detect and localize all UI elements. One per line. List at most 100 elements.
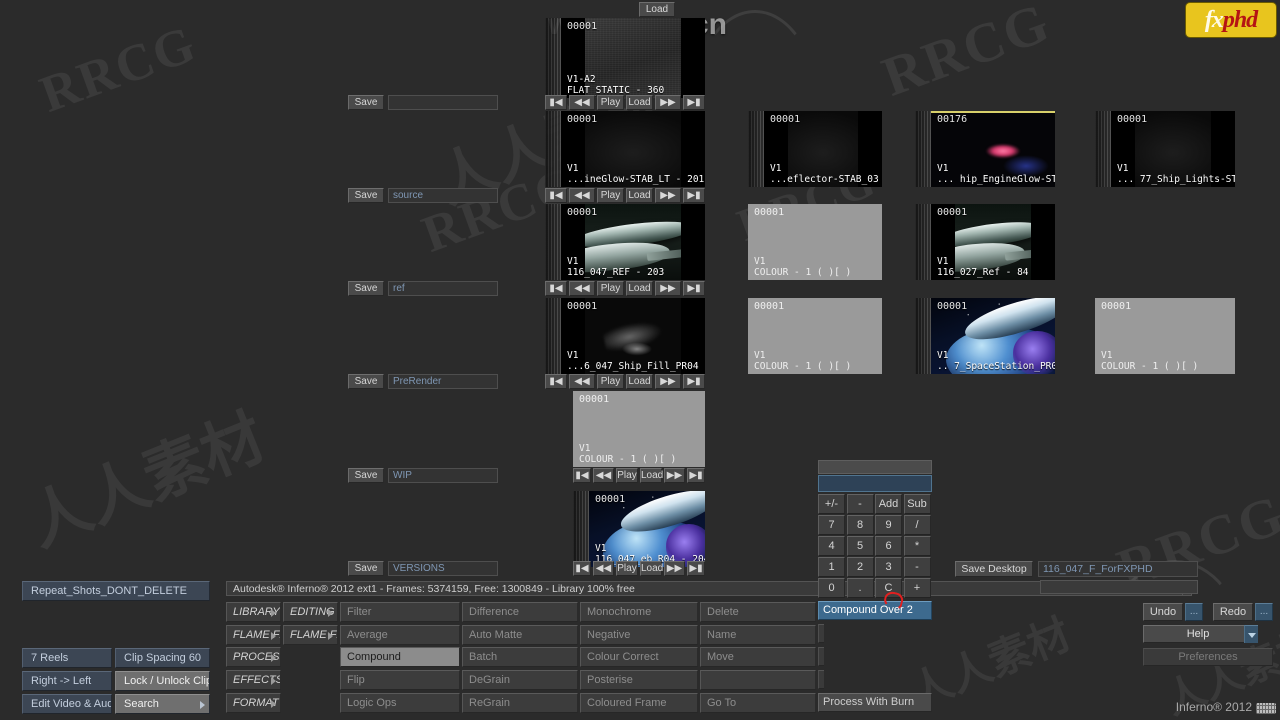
transport-rew-button[interactable]: ◀◀ <box>569 281 595 296</box>
reel-name-field[interactable]: WIP <box>388 468 498 483</box>
clip-thumbnail[interactable]: 00176 V1... hip_EngineGlow-STAB - 201 <box>915 111 1055 187</box>
numeric-keypad[interactable]: +/- - Add Sub 7 8 9/4 5 6 * 1 2 3-0. C + <box>818 460 932 600</box>
transport-first-button[interactable]: ▮◀ <box>545 95 567 110</box>
redo-button[interactable]: Redo <box>1213 603 1253 621</box>
left-button-clip-spacing-60[interactable]: Clip Spacing 60 <box>115 648 210 668</box>
clip-thumbnail[interactable]: 00001 V1...6_047_Ship_Fill_PR04 - 201 <box>545 298 705 374</box>
transport-play-button[interactable]: Play <box>616 561 638 576</box>
clip-thumbnail[interactable]: 00001 V1 COLOUR - 1 ( )[ ) <box>1095 298 1235 374</box>
clip-frame[interactable]: 00001 V1 116_027_Ref - 84 <box>931 204 1055 280</box>
transport-ff-button[interactable]: ▶▶ <box>655 281 681 296</box>
clip-frame[interactable]: 00176 V1... hip_EngineGlow-STAB - 201 <box>931 111 1055 187</box>
menu-item-library[interactable]: LIBRARY <box>226 602 281 622</box>
transport-play-button[interactable]: Play <box>597 374 624 389</box>
keypad-key-[interactable]: / <box>903 515 931 535</box>
keypad-key-3[interactable]: 3 <box>875 557 902 577</box>
menu-item-move[interactable]: Move <box>700 647 816 667</box>
keypad-key-[interactable]: - <box>846 494 874 514</box>
clip-thumbnail[interactable]: 00001 V1-A2 FLAT_STATIC - 360 <box>545 18 705 98</box>
clip-frame[interactable]: 00001 V1 116_047_REF - 203 <box>561 204 705 280</box>
menu-item-filter[interactable]: Filter <box>340 602 460 622</box>
clip-thumbnail[interactable]: 00001 V1 COLOUR - 1 ( )[ ) <box>573 391 705 467</box>
menu-item-editing[interactable]: EDITING <box>283 602 338 622</box>
clip-frame[interactable]: 00001 V1...ineGlow-STAB_LT - 201 ( )[ ) <box>561 111 705 187</box>
undo-button[interactable]: Undo <box>1143 603 1183 621</box>
reel-name-field[interactable] <box>388 95 498 110</box>
menu-item-processing[interactable]: PROCESSING <box>226 647 281 667</box>
undo-options-button[interactable]: ... <box>1185 603 1203 621</box>
clip-thumbnail[interactable]: 00001 V1 COLOUR - 1 ( )[ ) <box>748 298 882 374</box>
save-desktop-button[interactable]: Save Desktop <box>955 561 1033 577</box>
menu-item-average[interactable]: Average <box>340 625 460 645</box>
menu-item-batch[interactable]: Batch <box>462 647 578 667</box>
menu-item-auto-matte[interactable]: Auto Matte <box>462 625 578 645</box>
menu-item-monochrome[interactable]: Monochrome <box>580 602 698 622</box>
save-button[interactable]: Save <box>348 374 384 389</box>
menu-item-name[interactable]: Name <box>700 625 816 645</box>
transport-rew-button[interactable]: ◀◀ <box>569 188 595 203</box>
left-button-lock-unlock-clip[interactable]: Lock / Unlock Clip <box>115 671 210 691</box>
keypad-key-[interactable]: + <box>903 578 931 598</box>
keypad-key-[interactable]: . <box>846 578 874 598</box>
menu-item-colour-correct[interactable]: Colour Correct <box>580 647 698 667</box>
clip-thumbnail[interactable]: 00001 V1 116_027_Ref - 84 <box>915 204 1055 280</box>
help-button[interactable]: Help <box>1143 625 1253 643</box>
transport-first-button[interactable]: ▮◀ <box>573 561 591 576</box>
menu-item-degrain[interactable]: DeGrain <box>462 670 578 690</box>
clip-frame[interactable]: 00001 V1... 77_Ship_Lights-STAB - 201 <box>1111 111 1235 187</box>
compound-over-button[interactable]: Compound Over 2 <box>818 601 932 620</box>
transport-last-button[interactable]: ▶▮ <box>683 95 705 110</box>
keypad-display[interactable] <box>818 475 932 492</box>
clip-thumbnail[interactable]: 00001 V1 COLOUR - 1 ( )[ ) <box>748 204 882 280</box>
menu-item-flip[interactable]: Flip <box>340 670 460 690</box>
transport-ff-button[interactable]: ▶▶ <box>655 188 681 203</box>
transport-rew-button[interactable]: ◀◀ <box>593 561 614 576</box>
keypad-key-Sub[interactable]: Sub <box>903 494 931 514</box>
keypad-key-Add[interactable]: Add <box>875 494 902 514</box>
menu-item-compound[interactable]: Compound <box>340 647 460 667</box>
transport-load-button[interactable]: Load <box>626 281 653 296</box>
keypad-key-9[interactable]: 9 <box>875 515 902 535</box>
clip-thumbnail[interactable]: 00001 V1...eflector-STAB_03 - 200 ( )[ ) <box>748 111 882 187</box>
left-button-edit-video-audio[interactable]: Edit Video & Audio <box>22 694 112 714</box>
left-button-7-reels[interactable]: 7 Reels <box>22 648 112 668</box>
left-button-right-left[interactable]: Right -> Left <box>22 671 112 691</box>
keypad-key-4[interactable]: 4 <box>818 536 845 556</box>
process-with-burn-button[interactable]: Process With Burn <box>818 693 932 712</box>
transport-last-button[interactable]: ▶▮ <box>683 188 705 203</box>
transport-ff-button[interactable]: ▶▶ <box>664 561 685 576</box>
keypad-key-[interactable]: +/- <box>818 494 845 514</box>
keypad-key-0[interactable]: 0 <box>818 578 845 598</box>
menu-item-flame-fx[interactable]: FLAME FX <box>226 625 281 645</box>
transport-play-button[interactable]: Play <box>597 281 624 296</box>
keypad-key-1[interactable]: 1 <box>818 557 845 577</box>
menu-item-format[interactable]: FORMAT <box>226 693 281 713</box>
transport-rew-button[interactable]: ◀◀ <box>569 95 595 110</box>
clip-thumbnail[interactable]: 00001 V1...ineGlow-STAB_LT - 201 ( )[ ) <box>545 111 705 187</box>
save-button[interactable]: Save <box>348 95 384 110</box>
keypad-key-2[interactable]: 2 <box>846 557 874 577</box>
clip-thumbnail[interactable]: 00001 V1 116_047_REF - 203 <box>545 204 705 280</box>
menu-item-effects[interactable]: EFFECTS <box>226 670 281 690</box>
transport-first-button[interactable]: ▮◀ <box>573 468 591 483</box>
transport-play-button[interactable]: Play <box>616 468 638 483</box>
reel-name-field[interactable]: VERSIONS <box>388 561 498 576</box>
transport-load-button[interactable]: Load <box>626 95 653 110</box>
menu-item-empty[interactable] <box>700 670 816 690</box>
transport-first-button[interactable]: ▮◀ <box>545 188 567 203</box>
keypad-key-7[interactable]: 7 <box>818 515 845 535</box>
load-button-top[interactable]: Load <box>639 2 675 17</box>
menu-item-difference[interactable]: Difference <box>462 602 578 622</box>
clip-frame[interactable]: 00001 V1-A2 FLAT_STATIC - 360 <box>561 18 705 98</box>
keyboard-icon[interactable] <box>1256 703 1276 714</box>
menu-item-logic-ops[interactable]: Logic Ops <box>340 693 460 713</box>
clip-frame[interactable]: 00001 V1...eflector-STAB_03 - 200 ( )[ ) <box>764 111 882 187</box>
clip-frame[interactable]: 00001 V1 COLOUR - 1 ( )[ ) <box>748 204 882 280</box>
menu-item-flame-fx2[interactable]: FLAME FX2 <box>283 625 338 645</box>
save-button[interactable]: Save <box>348 281 384 296</box>
menu-item-delete[interactable]: Delete <box>700 602 816 622</box>
transport-ff-button[interactable]: ▶▶ <box>655 374 681 389</box>
transport-last-button[interactable]: ▶▮ <box>683 374 705 389</box>
preferences-button[interactable]: Preferences <box>1143 648 1273 666</box>
clip-thumbnail[interactable]: 00001 V1... 77_Ship_Lights-STAB - 201 <box>1095 111 1235 187</box>
